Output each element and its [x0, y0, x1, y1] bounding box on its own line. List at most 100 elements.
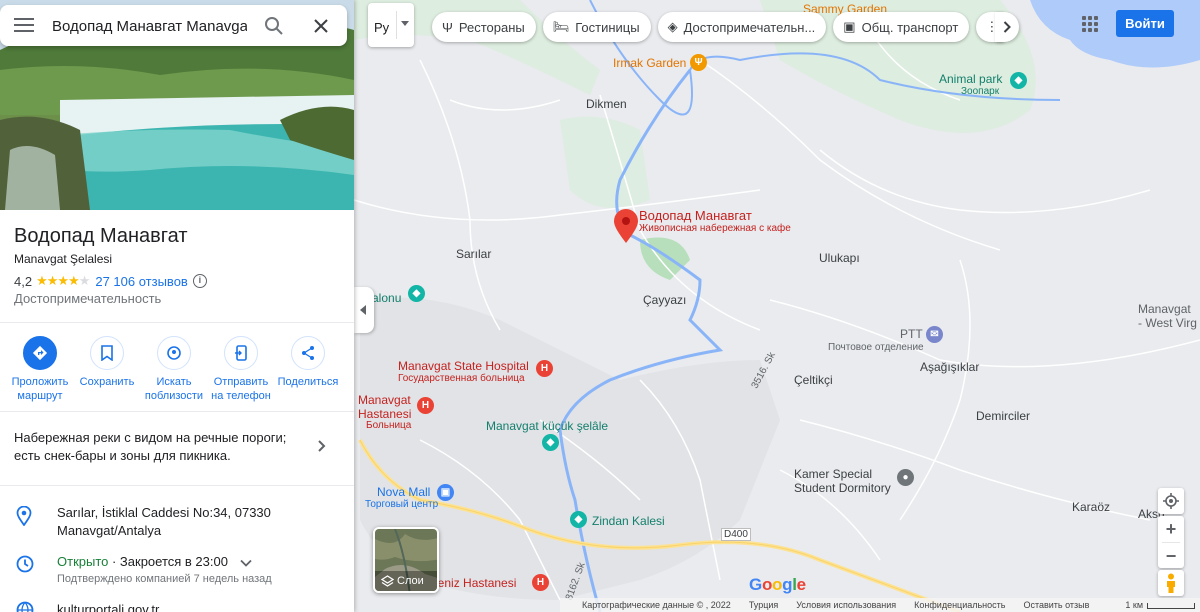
layers-label: Слои — [397, 575, 424, 587]
info-icon[interactable]: i — [192, 274, 207, 288]
action-bar: Проложить маршрут Сохранить Искать побли… — [8, 336, 340, 403]
selected-place-label[interactable]: Водопад Манавгат — [639, 209, 752, 223]
privacy-link[interactable]: Конфиденциальность — [914, 600, 1005, 610]
chip-label: Гостиницы — [575, 19, 640, 35]
map-footer: Картографические данные © , 2022 Турция … — [560, 598, 1200, 612]
address-text: Sarılar, İstiklal Caddesi No:34, 07330 M… — [57, 505, 271, 538]
map-label-irmak-garden[interactable]: Irmak Garden — [613, 56, 686, 70]
send-to-phone-button[interactable]: Отправить на телефон — [209, 336, 273, 403]
directions-label: Проложить маршрут — [11, 376, 69, 402]
category-chips: Ψ Рестораны 🛏 Гостиницы ◈ Достопримечате… — [432, 12, 1005, 42]
send-to-phone-label: Отправить на телефон — [211, 376, 271, 402]
map-label-alonu[interactable]: alonu — [372, 291, 401, 305]
street-view-pegman[interactable] — [1158, 570, 1184, 596]
sign-in-button[interactable]: Войти — [1116, 10, 1174, 37]
share-icon — [302, 346, 314, 360]
reviews-link[interactable]: 27 106 отзывов — [95, 274, 187, 289]
layers-toggle-button[interactable]: Слои — [373, 527, 439, 593]
chevron-right-icon[interactable] — [314, 439, 328, 453]
dropdown-arrow-icon — [401, 21, 409, 26]
nearby-icon — [167, 346, 181, 360]
map-label-zindan-kalesi[interactable]: Zindan Kalesi — [592, 514, 665, 528]
verified-text: Подтверждено компанией 7 недель назад — [57, 573, 272, 585]
map-label-kamer-dormitory[interactable]: Kamer Special Student Dormitory — [794, 467, 891, 495]
rating-value: 4,2 — [14, 273, 33, 289]
scale-ruler — [1147, 602, 1196, 609]
chip-hotels[interactable]: 🛏 Гостиницы — [542, 12, 651, 42]
language-label: Ру — [374, 20, 390, 35]
shopping-pin-icon[interactable]: ▣ — [437, 484, 454, 501]
map-label-state-hospital[interactable]: Manavgat State Hospital — [398, 359, 529, 373]
map-label-ptt-sub: Почтовое отделение — [828, 342, 924, 353]
globe-icon — [16, 601, 34, 612]
chip-restaurants[interactable]: Ψ Рестораны — [432, 12, 536, 42]
hospital-pin-icon[interactable]: H — [532, 574, 549, 591]
chevron-right-icon — [1003, 21, 1011, 33]
close-icon[interactable] — [312, 17, 330, 35]
terms-link[interactable]: Условия использования — [796, 600, 896, 610]
share-button[interactable]: Поделиться — [276, 336, 340, 403]
map-label-ptt[interactable]: PTT — [900, 327, 923, 341]
search-box — [0, 5, 347, 46]
park-pin-icon[interactable]: ◆ — [408, 285, 425, 302]
map-label-hastanesi[interactable]: Manavgat Hastanesi — [358, 393, 411, 421]
map-label-kucuk-selale[interactable]: Manavgat küçük şelâle — [486, 419, 608, 433]
language-layer-button[interactable]: Ру — [368, 3, 414, 47]
my-location-icon — [1163, 493, 1179, 509]
hours-text: Открыто · Закроется в 23:00 — [57, 553, 252, 571]
website-link[interactable]: kulturportali.gov.tr — [57, 601, 159, 612]
map-label-demirciler: Demirciler — [976, 409, 1030, 423]
nearby-button[interactable]: Искать поблизости — [142, 336, 206, 403]
save-button[interactable]: Сохранить — [75, 336, 139, 403]
nearby-label: Искать поблизости — [144, 376, 204, 402]
divider — [396, 11, 397, 39]
place-title: Водопад Манавгат — [14, 225, 188, 247]
closing-time: · Закроется в 23:00 — [108, 554, 228, 569]
hospital-pin-icon[interactable]: H — [417, 397, 434, 414]
collapse-panel-button[interactable] — [354, 287, 374, 333]
mail-pin-icon[interactable]: ✉ — [926, 326, 943, 343]
restaurant-icon: Ψ — [442, 19, 453, 35]
divider — [0, 485, 354, 486]
chip-transit[interactable]: ▣ Общ. транспорт — [833, 12, 970, 42]
chip-attractions[interactable]: ◈ Достопримечательн... — [657, 12, 827, 42]
chip-label: Достопримечательн... — [683, 19, 816, 35]
map-label-manavgat-west[interactable]: Manavgat - West Virg — [1138, 302, 1197, 330]
map-label-dikmen: Dikmen — [586, 97, 627, 111]
road-sign-d400: D400 — [721, 528, 751, 541]
zoo-pin-icon[interactable]: ◆ — [1010, 72, 1027, 89]
search-input[interactable] — [52, 13, 247, 39]
map-label-animal-park[interactable]: Animal park — [939, 72, 1002, 86]
attraction-pin-icon[interactable]: ◆ — [570, 511, 587, 528]
place-description[interactable]: Набережная реки с видом на речные пороги… — [14, 429, 304, 465]
map-data-attribution[interactable]: Картографические данные © , 2022 — [582, 600, 731, 610]
place-category[interactable]: Достопримечательность — [14, 291, 161, 306]
selected-place-sublabel: Живописная набережная с кафе — [639, 223, 791, 234]
chevron-down-icon[interactable] — [239, 559, 252, 567]
menu-icon[interactable] — [14, 17, 34, 33]
attraction-icon: ◈ — [667, 19, 678, 34]
divider — [0, 322, 354, 323]
scale-bar[interactable]: 1 км — [1107, 600, 1196, 610]
share-label: Поделиться — [277, 376, 339, 388]
directions-button[interactable]: Проложить маршрут — [8, 336, 72, 403]
chip-label: Рестораны — [458, 19, 525, 35]
attraction-pin-icon[interactable]: ◆ — [542, 434, 559, 451]
my-location-button[interactable] — [1158, 488, 1184, 514]
place-subtitle: Manavgat Şelalesi — [14, 252, 113, 266]
feedback-link[interactable]: Оставить отзыв — [1023, 600, 1089, 610]
map-label-nova-mall[interactable]: Nova Mall — [377, 485, 430, 499]
restaurant-pin-icon[interactable]: Ψ — [690, 54, 707, 71]
zoom-in-button[interactable]: + — [1158, 516, 1184, 542]
save-label: Сохранить — [79, 376, 135, 388]
place-pin-icon[interactable]: ● — [897, 469, 914, 486]
map-label-state-hospital-sub: Государственная больница — [398, 373, 525, 384]
apps-grid-icon[interactable] — [1080, 14, 1100, 34]
search-icon[interactable] — [264, 16, 284, 36]
hospital-pin-icon[interactable]: H — [536, 360, 553, 377]
map-label-nova-mall-sub: Торговый центр — [365, 499, 439, 510]
country-link[interactable]: Турция — [749, 600, 778, 610]
bookmark-icon — [101, 345, 113, 361]
map-label-deniz-hastanesi[interactable]: deniz Hastanesi — [431, 576, 516, 590]
zoom-out-button[interactable]: − — [1158, 543, 1184, 569]
